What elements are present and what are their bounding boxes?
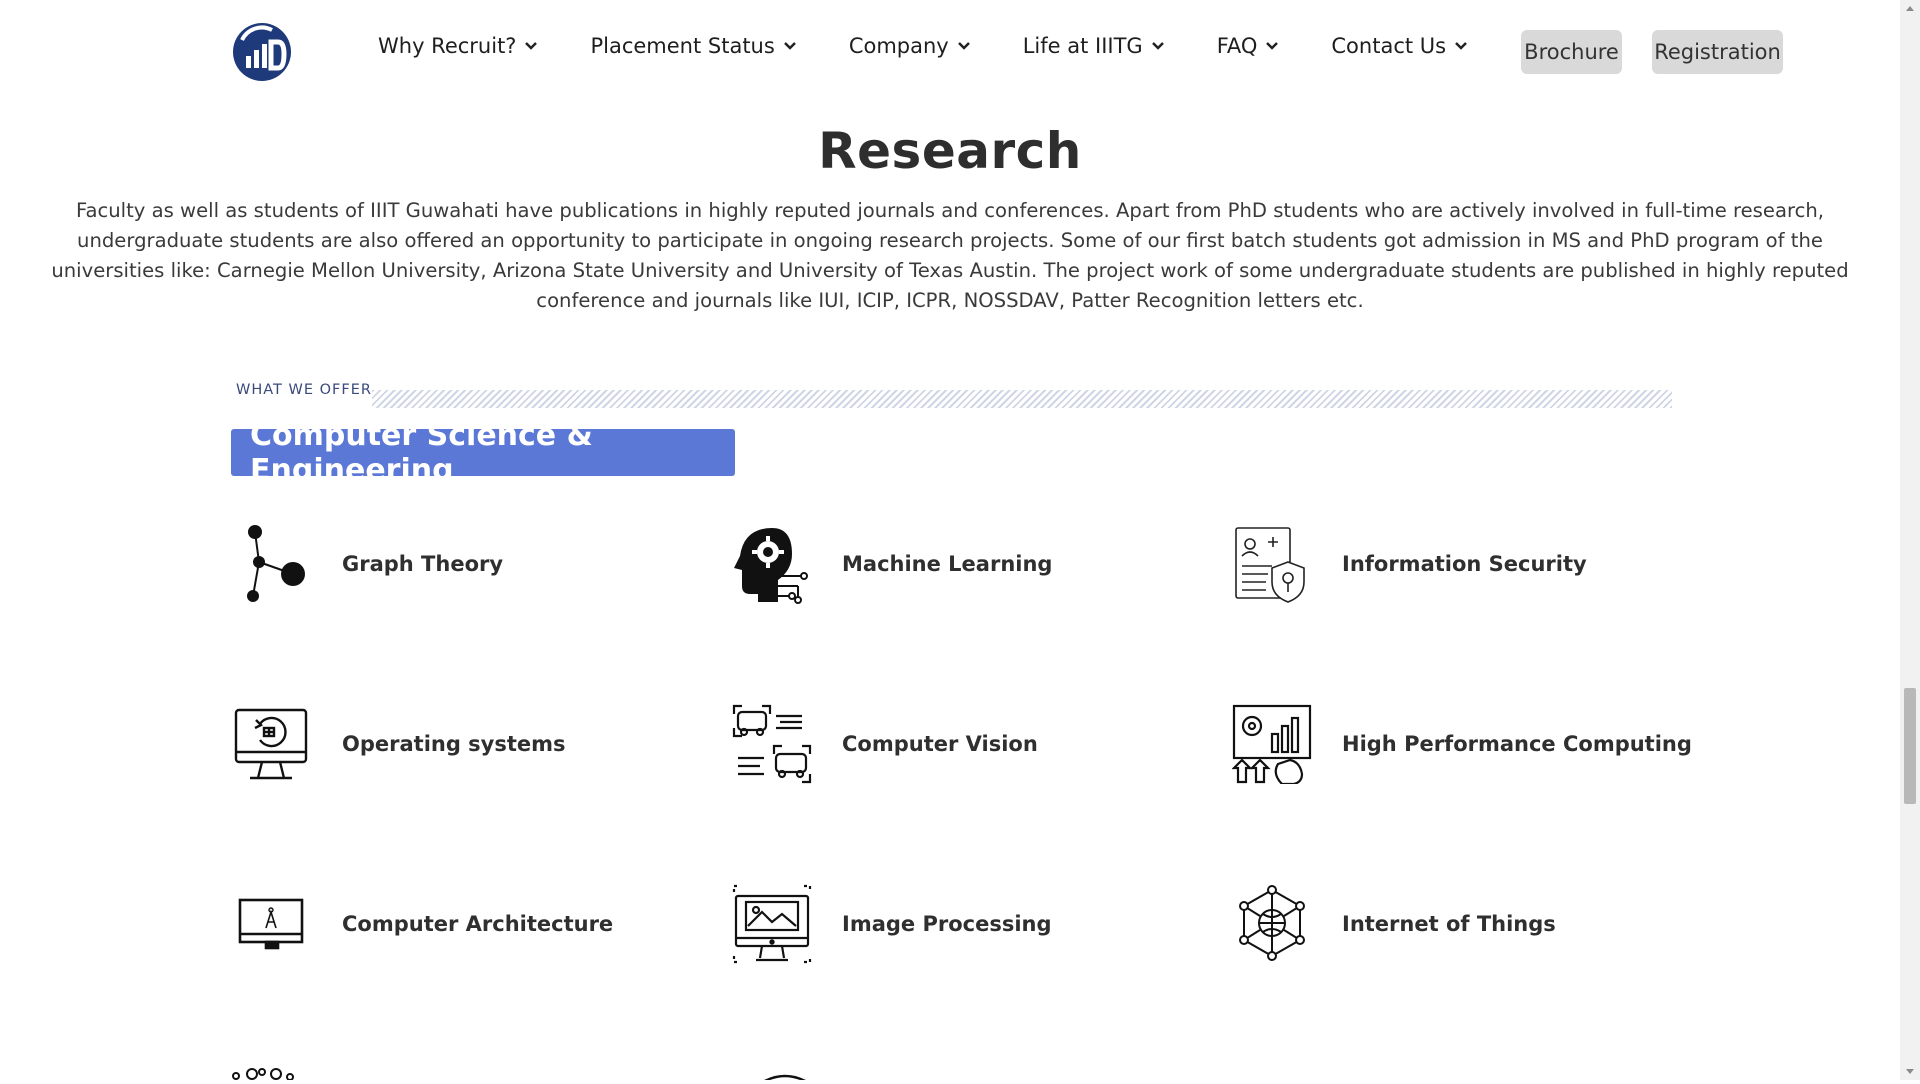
main-nav: Why Recruit? Placement Status Company Li… [378,34,1520,58]
network-globe-icon [1232,884,1312,964]
department-tag: Computer Science & Engineering [231,418,735,488]
scrollbar-thumb[interactable] [1904,688,1916,804]
nav-placement-status[interactable]: Placement Status [590,34,796,58]
nav-company[interactable]: Company [849,34,971,58]
shield-document-icon [1232,524,1312,604]
section-eyebrow: WHAT WE OFFER [236,382,372,398]
nav-label: Placement Status [590,34,775,58]
topic-computer-vision[interactable]: Computer Vision [732,704,1038,784]
chevron-down-icon [525,42,538,50]
nav-faq[interactable]: FAQ [1217,34,1280,58]
topic-image-processing[interactable]: Image Processing [732,884,1052,964]
chevron-down-icon [1266,42,1279,50]
nav-why-recruit[interactable]: Why Recruit? [378,34,538,58]
nav-label: Company [848,34,949,58]
topic-information-security[interactable]: Information Security [1232,524,1587,604]
graph-icon [232,524,312,604]
topic-label: High Performance Computing [1342,732,1692,756]
chevron-down-icon [1151,42,1164,50]
hatched-divider [372,390,1672,408]
circle-icon [755,1068,815,1080]
topic-operating-systems[interactable]: Operating systems [232,704,566,784]
monitor-refresh-icon [232,704,312,784]
topic-label: Computer Vision [842,732,1038,756]
nav-label: FAQ [1216,34,1258,58]
chevron-down-icon [783,42,796,50]
brochure-button[interactable]: Brochure [1521,30,1622,74]
logo-icon[interactable] [232,22,292,82]
topic-label: Computer Architecture [342,912,614,936]
monitor-compass-icon [232,884,312,964]
topic-label: Operating systems [342,732,566,756]
gear-chart-icon [1232,704,1312,784]
people-network-icon [230,1064,310,1080]
research-description: Faculty as well as students of IIIT Guwa… [51,199,1849,312]
topic-graph-theory[interactable]: Graph Theory [232,524,503,604]
cars-detection-icon [732,704,812,784]
research-heading: Research [818,122,1082,180]
topic-label: Information Security [1342,552,1587,576]
topic-label: Internet of Things [1342,912,1556,936]
nav-contact-us[interactable]: Contact Us [1331,34,1468,58]
topic-label: Image Processing [842,912,1052,936]
site-header: Why Recruit? Placement Status Company Li… [0,0,1900,104]
scroll-up-icon[interactable] [1900,0,1920,18]
topic-computer-architecture[interactable]: Computer Architecture [232,884,613,964]
topic-internet-of-things[interactable]: Internet of Things [1232,884,1556,964]
topic-label: Graph Theory [342,552,504,576]
brain-gear-icon [732,524,812,604]
nav-life-at-iiitg[interactable]: Life at IIITG [1023,34,1165,58]
scrollbar[interactable] [1900,0,1920,1080]
nav-label: Life at IIITG [1022,34,1143,58]
topic-machine-learning[interactable]: Machine Learning [732,524,1052,604]
monitor-image-icon [732,884,812,964]
chevron-down-icon [1455,42,1467,50]
scroll-down-icon[interactable] [1900,1062,1920,1080]
topic-label: Machine Learning [842,552,1053,576]
nav-label: Why Recruit? [378,34,517,58]
nav-label: Contact Us [1331,34,1447,58]
chevron-down-icon [957,42,970,50]
registration-button[interactable]: Registration [1652,30,1783,74]
topic-high-performance-computing[interactable]: High Performance Computing [1232,704,1692,784]
